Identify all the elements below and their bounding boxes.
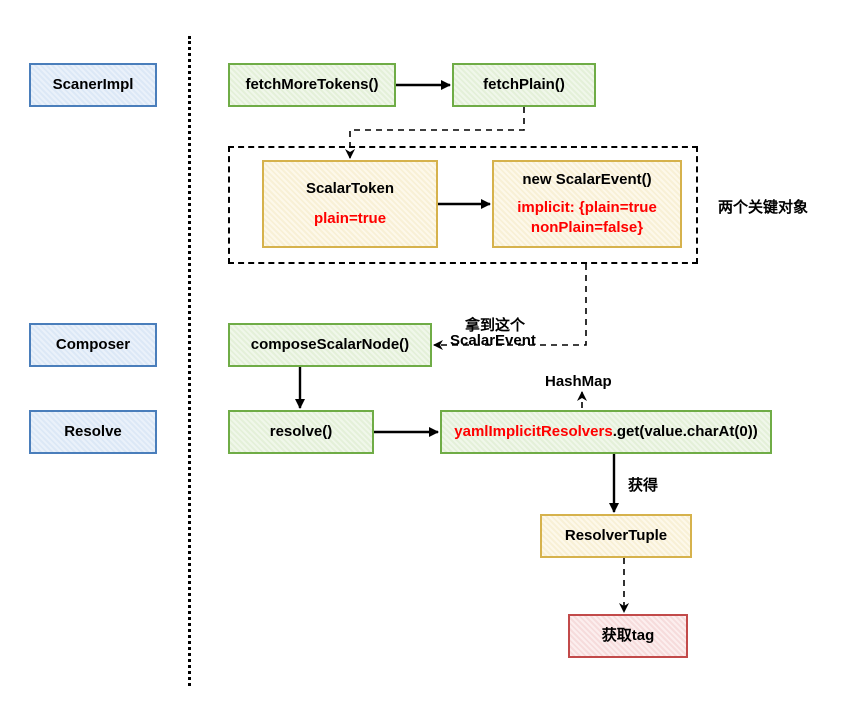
vertical-divider [188,36,191,686]
box-gettag: 获取tag [568,614,688,658]
box-composescalarnode: composeScalarNode() [228,323,432,367]
label-composer: Composer [46,329,140,361]
scalarevent-detail1: implicit: {plain=true [517,198,657,218]
label-resolvertuple: ResolverTuple [555,520,677,552]
label-fetchplain: fetchPlain() [473,69,575,101]
label-resolve-fn: resolve() [260,416,343,448]
scalarevent-detail2: nonPlain=false} [517,218,657,238]
scalartoken-detail: plain=true [306,209,394,229]
edge-label-scalarevent-2: ScalarEvent [450,332,536,349]
label-fetchmoretokens: fetchMoreTokens() [235,69,388,101]
box-composer: Composer [29,323,157,367]
box-resolvers-get: yamlImplicitResolvers.get(value.charAt(0… [440,410,772,454]
resolvers-text: yamlImplicitResolvers.get(value.charAt(0… [444,416,767,448]
resolvers-suffix: .get(value.charAt(0)) [613,423,758,440]
box-resolve-fn: resolve() [228,410,374,454]
label-gettag: 获取tag [592,620,665,652]
box-resolve: Resolve [29,410,157,454]
scalartoken-title: ScalarToken [306,179,394,199]
resolvers-prefix: yamlImplicitResolvers [454,423,612,440]
box-scalartoken: ScalarToken plain=true [262,160,438,248]
box-resolvertuple: ResolverTuple [540,514,692,558]
box-fetchmoretokens: fetchMoreTokens() [228,63,396,107]
label-hashmap: HashMap [545,373,612,390]
scalarevent-title: new ScalarEvent() [517,170,657,190]
box-scalarevent: new ScalarEvent() implicit: {plain=true … [492,160,682,248]
box-fetchplain: fetchPlain() [452,63,596,107]
label-scanerimpl: ScanerImpl [43,69,144,101]
label-resolve: Resolve [54,416,132,448]
label-composescalarnode: composeScalarNode() [241,329,419,361]
scalarevent-content: new ScalarEvent() implicit: {plain=true … [507,164,667,245]
label-gain: 获得 [628,474,658,495]
label-group-annotation: 两个关键对象 [718,196,808,217]
scalartoken-content: ScalarToken plain=true [296,173,404,236]
box-scanerimpl: ScanerImpl [29,63,157,107]
